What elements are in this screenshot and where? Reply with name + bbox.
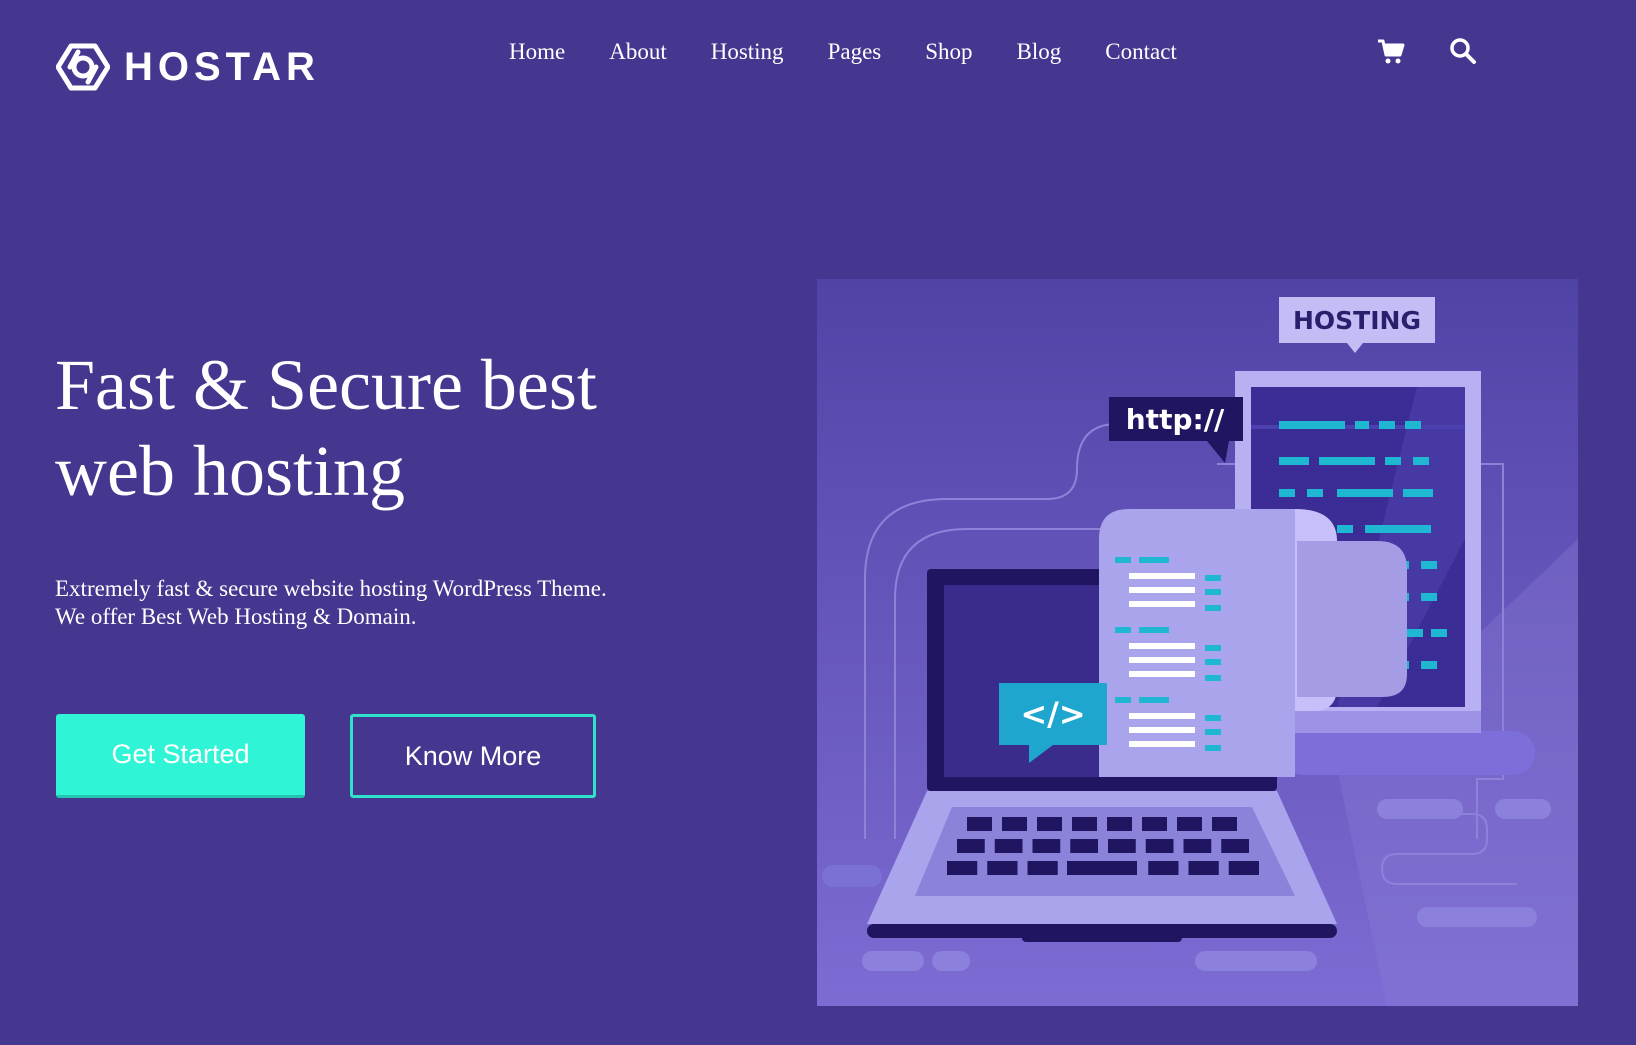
get-started-button[interactable]: Get Started bbox=[56, 714, 305, 798]
keyboard-key bbox=[1228, 861, 1259, 875]
nav-item-blog[interactable]: Blog bbox=[1017, 36, 1062, 68]
hero-description: Extremely fast & secure website hosting … bbox=[55, 575, 695, 631]
logo-mark-icon bbox=[56, 43, 110, 91]
keyboard-key bbox=[957, 839, 985, 853]
main-nav: Home About Hosting Pages Shop Blog Conta… bbox=[509, 36, 1221, 68]
nav-item-about[interactable]: About bbox=[609, 36, 667, 68]
cart-icon[interactable] bbox=[1376, 36, 1406, 66]
code-bubble-label: </> bbox=[1020, 695, 1085, 733]
hosting-badge-label: HOSTING bbox=[1293, 306, 1421, 335]
keyboard-key bbox=[1107, 817, 1132, 831]
hosting-illustration: HOSTING http:// </> bbox=[817, 279, 1578, 1006]
hero-illustration: HOSTING http:// </> bbox=[817, 279, 1578, 1006]
know-more-button[interactable]: Know More bbox=[350, 714, 596, 798]
nav-item-shop[interactable]: Shop bbox=[925, 36, 972, 68]
nav-item-pages[interactable]: Pages bbox=[828, 36, 882, 68]
keyboard-key bbox=[1188, 861, 1219, 875]
keyboard-key bbox=[987, 861, 1018, 875]
brand-name: HOSTAR bbox=[124, 44, 320, 89]
keyboard-key bbox=[1032, 839, 1061, 853]
keyboard-key bbox=[1070, 839, 1098, 853]
keyboard-key bbox=[1145, 839, 1174, 853]
keyboard-key bbox=[1148, 861, 1179, 875]
keyboard-key bbox=[1108, 839, 1136, 853]
nav-item-contact[interactable]: Contact bbox=[1105, 36, 1177, 68]
brand-logo[interactable]: HOSTAR bbox=[56, 42, 320, 92]
nav-item-home[interactable]: Home bbox=[509, 36, 565, 68]
keyboard-key bbox=[1072, 817, 1097, 831]
hero-title: Fast & Secure best web hosting bbox=[55, 342, 695, 514]
search-icon[interactable] bbox=[1448, 36, 1478, 66]
keyboard-key bbox=[1027, 861, 1058, 875]
keyboard-key bbox=[1142, 817, 1167, 831]
keyboard-key bbox=[1002, 817, 1027, 831]
keyboard-key bbox=[1177, 817, 1202, 831]
code-document bbox=[1099, 509, 1295, 777]
keyboard-key bbox=[1183, 839, 1212, 853]
hero-desc-line2: We offer Best Web Hosting & Domain. bbox=[55, 604, 417, 629]
keyboard-key bbox=[1221, 839, 1249, 853]
hero-title-line1: Fast & Secure best bbox=[55, 345, 597, 425]
hero-title-line2: web hosting bbox=[55, 431, 405, 511]
keyboard-key bbox=[1212, 817, 1237, 831]
keyboard-key bbox=[947, 861, 978, 875]
nav-item-hosting[interactable]: Hosting bbox=[711, 36, 784, 68]
keyboard-key bbox=[1037, 817, 1062, 831]
keyboard-spacebar bbox=[1067, 861, 1137, 875]
keyboard-key bbox=[967, 817, 992, 831]
keyboard-key bbox=[994, 839, 1023, 853]
url-bubble-label: http:// bbox=[1126, 403, 1225, 436]
hero-desc-line1: Extremely fast & secure website hosting … bbox=[55, 576, 607, 601]
